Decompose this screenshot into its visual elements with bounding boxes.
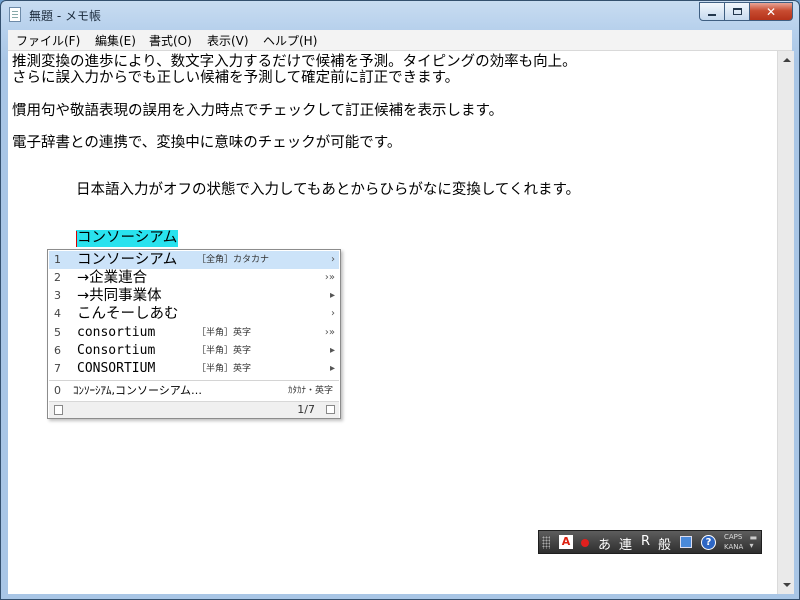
candidate-text: こんそーしあむ <box>77 306 179 322</box>
document-line: 推測変換の進歩により、数文字入力するだけで候補を予測。タイピングの効率も向上。 <box>12 54 577 70</box>
candidate-note: ［半角］英字 <box>197 364 252 374</box>
input-mode-button[interactable]: あ <box>598 534 611 553</box>
chevron-right-icon[interactable]: › <box>331 305 335 323</box>
toolbar-options-icon[interactable]: ▬ ▾ <box>749 534 757 550</box>
chevron-right-icon[interactable]: ›» <box>325 324 335 342</box>
expand-icon[interactable] <box>326 405 335 414</box>
help-icon[interactable]: ? <box>701 535 716 550</box>
menu-view[interactable]: 表示(V) <box>207 32 249 49</box>
composing-text: コンソーシアム <box>76 230 179 247</box>
caps-indicator: CAPS <box>724 533 743 541</box>
triangle-right-icon[interactable]: ▸ <box>330 360 335 378</box>
candidate-note: ｶﾀｶﾅ・英字 <box>287 386 333 396</box>
conversion-mode-button[interactable]: 連 <box>619 534 632 553</box>
candidate-note: ［半角］英字 <box>197 328 252 338</box>
caption-buttons: ✕ <box>699 2 793 21</box>
romaji-mode-button[interactable]: R <box>641 534 650 549</box>
title-bar[interactable]: 無題 - メモ帳 ✕ <box>1 1 799 29</box>
candidate-note: ［半角］英字 <box>197 346 252 356</box>
triangle-right-icon[interactable]: ▸ <box>330 287 335 305</box>
list-icon[interactable] <box>680 536 692 548</box>
kana-indicator: KANA <box>724 543 744 551</box>
triangle-right-icon[interactable]: ▸ <box>330 342 335 360</box>
candidate-text: ｺﾝｿｰｼｱﾑ,コンソーシアム… <box>73 384 203 397</box>
document-line: 日本語入力がオフの状態で入力してもあとからひらがなに変換してくれます。 <box>76 182 581 198</box>
candidate-footer: 1/7 <box>49 401 339 418</box>
menu-file[interactable]: ファイル(F) <box>16 32 80 49</box>
document-line: さらに誤入力からでも正しい候補を予測して確定前に訂正できます。 <box>12 70 460 86</box>
candidate-text: consortium <box>77 325 156 340</box>
notepad-window: 無題 - メモ帳 ✕ ファイル(F) 編集(E) 書式(O) 表示(V) ヘルプ… <box>0 0 800 600</box>
menu-help[interactable]: ヘルプ(H) <box>263 32 317 49</box>
candidate-text: コンソーシアム <box>77 252 178 268</box>
memo-icon[interactable] <box>54 405 63 415</box>
candidate-text: →企業連合 <box>77 270 148 286</box>
candidate-item[interactable]: 7 CONSORTIUM ［半角］英字 ▸ <box>49 360 339 378</box>
window-title: 無題 - メモ帳 <box>29 9 101 23</box>
candidate-text: CONSORTIUM <box>77 361 156 376</box>
candidate-number: 0 <box>54 384 61 397</box>
candidate-number: 3 <box>54 289 61 302</box>
candidate-item[interactable]: 6 Consortium ［半角］英字 ▸ <box>49 342 339 360</box>
maximize-icon <box>732 8 742 15</box>
minimize-icon <box>708 13 716 16</box>
scroll-up-icon[interactable] <box>783 58 791 62</box>
candidate-item[interactable]: 4 こんそーしあむ › <box>49 305 339 323</box>
text-caret <box>76 231 77 247</box>
chevron-right-icon[interactable]: ›» <box>325 269 335 287</box>
candidate-item[interactable]: 1 コンソーシアム ［全角］カタカナ › <box>49 251 339 269</box>
candidate-number: 7 <box>54 362 61 375</box>
recording-dot-icon[interactable] <box>581 539 589 547</box>
candidate-page-count: 1/7 <box>297 403 315 416</box>
candidate-divider <box>49 380 339 381</box>
candidate-number: 1 <box>54 253 61 266</box>
candidate-number: 6 <box>54 344 61 357</box>
document-line: 慣用句や敬語表現の誤用を入力時点でチェックして訂正候補を表示します。 <box>12 103 504 119</box>
chevron-right-icon[interactable]: › <box>331 251 335 269</box>
candidate-text: Consortium <box>77 343 156 358</box>
candidate-note: ［全角］カタカナ <box>197 255 270 265</box>
notepad-app-icon[interactable] <box>9 7 21 22</box>
scroll-down-icon[interactable] <box>783 583 791 587</box>
menu-format[interactable]: 書式(O) <box>149 32 192 49</box>
close-icon: ✕ <box>765 4 777 19</box>
menu-bar: ファイル(F) 編集(E) 書式(O) 表示(V) ヘルプ(H) <box>8 30 792 51</box>
ime-language-bar: A あ 連 R 般 ? CAPS KANA ▬ ▾ <box>538 530 762 554</box>
candidate-number: 2 <box>54 271 61 284</box>
dictionary-mode-button[interactable]: 般 <box>658 534 671 553</box>
candidate-item[interactable]: 2 →企業連合 ›» <box>49 269 339 287</box>
menu-edit[interactable]: 編集(E) <box>95 32 136 49</box>
candidate-item[interactable]: 3 →共同事業体 ▸ <box>49 287 339 305</box>
document-line: 電子辞書との連携で、変換中に意味のチェックが可能です。 <box>12 135 402 151</box>
vertical-scrollbar[interactable] <box>777 51 794 594</box>
candidate-item[interactable]: 5 consortium ［半角］英字 ›» <box>49 324 339 342</box>
close-button[interactable]: ✕ <box>750 2 793 21</box>
ime-logo-icon[interactable]: A <box>559 535 573 549</box>
ime-candidate-window: 1 コンソーシアム ［全角］カタカナ › 2 →企業連合 ›» 3 →共同事業体… <box>47 249 341 419</box>
candidate-text: →共同事業体 <box>77 288 162 304</box>
minimize-button[interactable] <box>699 2 725 21</box>
candidate-summary-item[interactable]: 0 ｺﾝｿｰｼｱﾑ,コンソーシアム… ｶﾀｶﾅ・英字 <box>49 382 339 400</box>
grip-handle-icon[interactable] <box>542 536 550 549</box>
candidate-number: 5 <box>54 326 61 339</box>
candidate-number: 4 <box>54 307 61 320</box>
maximize-button[interactable] <box>725 2 750 21</box>
